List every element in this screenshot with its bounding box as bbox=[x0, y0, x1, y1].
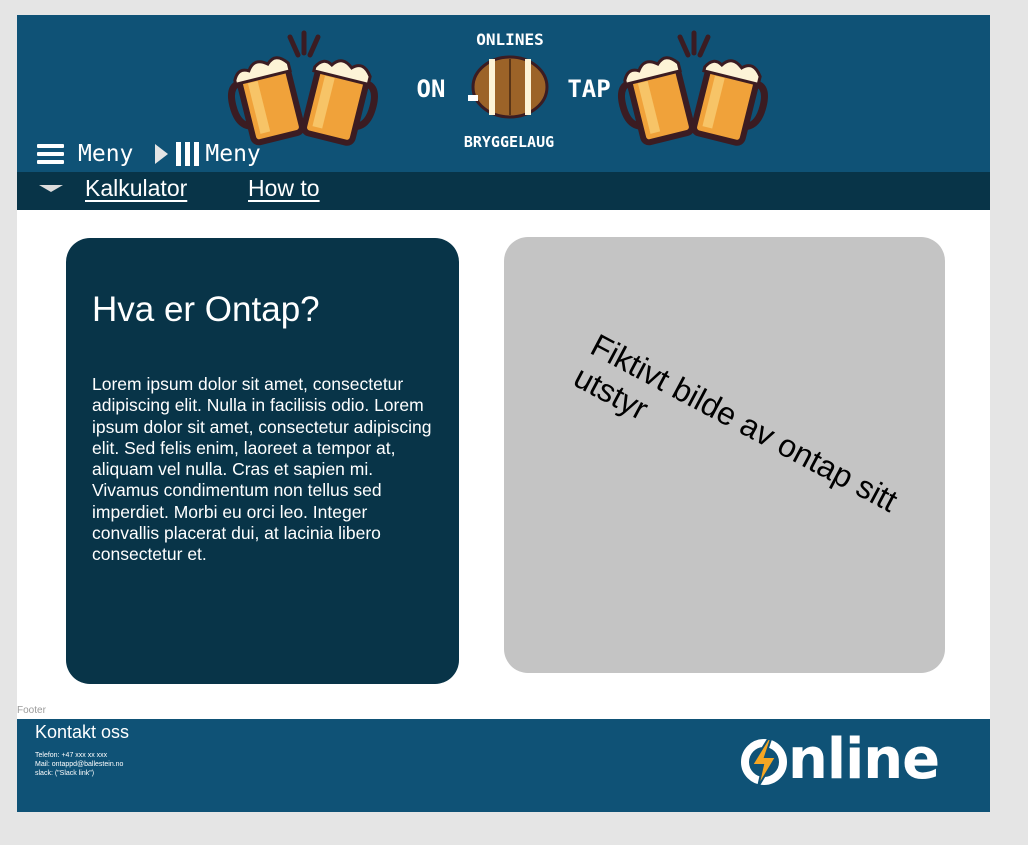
footer-mail[interactable]: Mail: ontappd@ballestein.no bbox=[35, 760, 123, 769]
logo-left-word: ON bbox=[417, 75, 446, 103]
online-brand-text: nline bbox=[788, 727, 940, 792]
menu-label-1[interactable]: Meny bbox=[78, 141, 133, 167]
online-logo[interactable]: nline bbox=[740, 727, 960, 793]
nav-bar: Kalkulator How to bbox=[17, 172, 990, 210]
footer-caption: Footer bbox=[17, 705, 46, 716]
ontap-logo[interactable]: ONLINES ON TAP BRYGGELAUG bbox=[212, 15, 802, 172]
footer-heading: Kontakt oss bbox=[35, 722, 130, 742]
beer-mugs-left-icon bbox=[228, 30, 378, 146]
online-lightning-o-icon bbox=[741, 738, 787, 788]
image-placeholder: Fiktivt bilde av ontap sitt utstyr bbox=[504, 237, 945, 673]
nav-link-how-to[interactable]: How to bbox=[248, 175, 320, 202]
footer-slack[interactable]: slack: ("Slack link") bbox=[35, 769, 94, 778]
dropdown-caret-icon[interactable] bbox=[39, 185, 63, 192]
logo-top-arc: ONLINES bbox=[476, 30, 543, 49]
nav-link-kalkulator[interactable]: Kalkulator bbox=[85, 175, 187, 202]
play-arrow-icon bbox=[155, 144, 169, 164]
logo-right-word: TAP bbox=[567, 75, 610, 103]
footer-phone: Telefon: +47 xxx xx xxx bbox=[35, 752, 108, 759]
logo-bottom-arc: BRYGGELAUG bbox=[464, 133, 554, 151]
hamburger-menu-icon[interactable] bbox=[37, 143, 64, 165]
page-frame: ONLINES ON TAP BRYGGELAUG Meny Meny Kalk… bbox=[17, 15, 990, 812]
info-card-title: Hva er Ontap? bbox=[92, 290, 320, 329]
beer-mugs-right-icon bbox=[618, 30, 768, 146]
info-card-body: Lorem ipsum dolor sit amet, consectetur … bbox=[92, 374, 432, 565]
menu-label-2[interactable]: Meny bbox=[205, 141, 260, 167]
header: ONLINES ON TAP BRYGGELAUG Meny Meny bbox=[17, 15, 990, 172]
menu-row: Meny Meny bbox=[37, 139, 261, 169]
barrel-icon bbox=[468, 55, 549, 119]
vertical-menu-icon[interactable] bbox=[176, 142, 203, 166]
footer: Kontakt oss Telefon: +47 xxx xx xxx Mail… bbox=[17, 719, 990, 812]
info-card: Hva er Ontap? Lorem ipsum dolor sit amet… bbox=[66, 238, 459, 684]
image-placeholder-text: Fiktivt bilde av ontap sitt utstyr bbox=[568, 326, 904, 519]
